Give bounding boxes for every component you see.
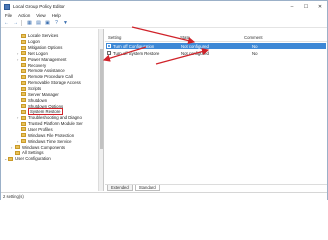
folder-icon	[21, 104, 26, 109]
toolbar-separator	[21, 20, 22, 26]
tab-extended[interactable]: Extended	[107, 185, 133, 191]
tree-node-label: Scripts	[28, 86, 42, 92]
folder-icon	[15, 145, 20, 150]
folder-icon	[21, 45, 26, 50]
title-bar: Local Group Policy Editor – ☐ ✕	[1, 1, 327, 12]
filter-icon[interactable]: ▼	[62, 20, 69, 27]
tree-node-label: Shutdown	[28, 97, 48, 103]
folder-icon	[21, 57, 26, 62]
tree-node-label: Troubleshooting and Diagno	[28, 115, 82, 121]
setting-name: Turn off Configuration	[113, 43, 155, 49]
tree-node-label: Remote Assistance	[28, 68, 65, 74]
tree-node-label: Windows Components	[22, 144, 65, 150]
show-hide-tree-icon[interactable]: ▦	[26, 20, 33, 27]
toolbar: ← → ▦ ▤ ▣ ? ▼	[1, 19, 327, 28]
folder-icon	[21, 133, 26, 138]
menu-view[interactable]: View	[33, 13, 48, 18]
tree-node-label: Removable Storage Access	[28, 80, 81, 86]
tree-node-label: Mitigation Options	[28, 45, 63, 51]
folder-icon	[21, 121, 26, 126]
close-button[interactable]: ✕	[313, 1, 327, 12]
folder-icon	[21, 86, 26, 91]
group-policy-editor-window: Local Group Policy Editor – ☐ ✕ File Act…	[0, 0, 328, 200]
forward-arrow-icon[interactable]: →	[12, 20, 19, 27]
folder-icon	[21, 80, 26, 85]
tree-node-label: Trusted Platform Module Ser	[28, 121, 83, 127]
maximize-button[interactable]: ☐	[299, 1, 313, 12]
policy-setting-icon	[107, 51, 111, 55]
menu-bar: File Action View Help	[1, 12, 327, 19]
folder-icon	[21, 139, 26, 144]
tree-node-label: Recovery	[28, 62, 47, 68]
tree-node-label: Remote Procedure Call	[28, 74, 73, 80]
setting-row-turn-off-configuration[interactable]: Turn off Configuration Not configured No	[106, 43, 326, 49]
tree-node-label: Locale Services	[28, 33, 59, 39]
window-controls: – ☐ ✕	[285, 1, 327, 12]
folder-icon	[15, 150, 20, 155]
tree-node-label: Power Management	[28, 56, 67, 62]
back-arrow-icon[interactable]: ←	[3, 20, 10, 27]
menu-action[interactable]: Action	[15, 13, 33, 18]
view-tabs: Extended Standard	[105, 184, 327, 191]
tree-node-label: Logon	[28, 39, 40, 45]
status-bar: 2 setting(s)	[1, 192, 327, 200]
tree-node-label: All Settings	[22, 150, 44, 156]
tree-scrollbar[interactable]	[98, 29, 103, 191]
setting-state: Not configured	[181, 50, 209, 56]
export-list-icon[interactable]: ▣	[44, 20, 51, 27]
settings-list: Setting State Comment Turn off Configura…	[105, 29, 327, 184]
tree-node-label: Net Logon	[28, 50, 48, 56]
help-icon[interactable]: ?	[53, 20, 60, 27]
folder-icon	[21, 68, 26, 73]
menu-file[interactable]: File	[1, 13, 15, 18]
folder-icon	[21, 33, 26, 38]
folder-icon	[21, 127, 26, 132]
tree-scroll-thumb[interactable]	[100, 49, 103, 149]
setting-comment: No	[252, 50, 258, 56]
menu-help[interactable]: Help	[49, 13, 64, 18]
setting-row-turn-off-system-restore[interactable]: Turn off System Restore Not configured N…	[106, 50, 326, 56]
setting-comment: No	[252, 43, 258, 49]
folder-icon	[21, 74, 26, 79]
properties-icon[interactable]: ▤	[35, 20, 42, 27]
folder-icon	[21, 109, 26, 114]
status-text: 2 setting(s)	[3, 194, 24, 199]
folder-icon	[21, 63, 26, 68]
folder-icon	[21, 98, 26, 103]
setting-state: Not configured	[181, 43, 209, 49]
policy-tree[interactable]: Locale Services Logon Mitigation Options › N…	[1, 29, 104, 191]
header-divider	[105, 41, 327, 42]
policy-setting-icon	[107, 44, 111, 48]
folder-icon	[8, 156, 13, 161]
minimize-button[interactable]: –	[285, 1, 299, 12]
window-title: Local Group Policy Editor	[13, 4, 65, 9]
tree-node-label: Windows Time Service	[28, 138, 72, 144]
folder-icon	[21, 92, 26, 97]
tree-node-label: Server Manager	[28, 91, 59, 97]
folder-icon	[21, 39, 26, 44]
setting-name: Turn off System Restore	[113, 50, 160, 56]
tree-node-label: User Configuration	[15, 156, 51, 162]
tab-standard[interactable]: Standard	[134, 185, 160, 191]
tree-node[interactable]: ⌄ User Configuration	[4, 156, 51, 162]
policy-editor-icon	[4, 3, 10, 10]
folder-icon	[21, 51, 26, 56]
tree-node-label: User Profiles	[28, 126, 53, 132]
folder-icon	[21, 115, 26, 120]
tree-node-label: Windows File Protection	[28, 132, 75, 138]
